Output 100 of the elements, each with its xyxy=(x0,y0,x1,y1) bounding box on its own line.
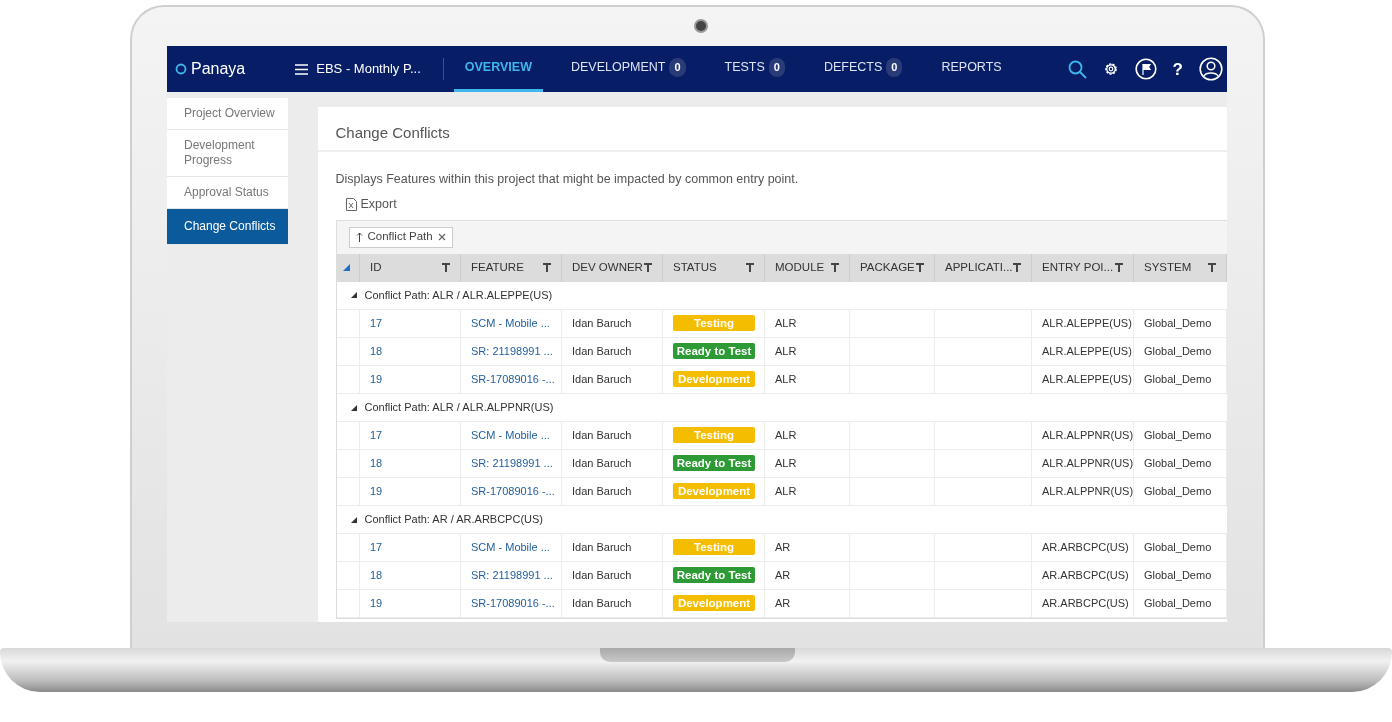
table-link[interactable]: SR-17089016 -... xyxy=(471,597,555,610)
table-cell: Global_Demo xyxy=(1144,373,1212,386)
column-header[interactable]: DEV OWNER xyxy=(561,253,663,282)
group-chip[interactable]: Conflict Path xyxy=(348,226,453,248)
filter-icon[interactable] xyxy=(1013,263,1021,272)
column-header[interactable]: ID xyxy=(359,253,461,282)
close-icon[interactable] xyxy=(437,233,446,241)
export-button[interactable]: Export xyxy=(345,194,397,214)
nav-tab[interactable]: TESTS 0 xyxy=(713,46,796,92)
table-cell: AR.ARBCPC(US) xyxy=(1042,597,1129,610)
column-header[interactable]: PACKAGE xyxy=(849,253,935,282)
table-link[interactable]: 18 xyxy=(370,345,383,358)
table-link[interactable]: SCM - Mobile ... xyxy=(471,429,550,442)
nav-tab[interactable]: DEVELOPMENT 0 xyxy=(559,46,697,92)
column-header[interactable]: STATUS xyxy=(662,253,765,282)
panel-title: Change Conflicts xyxy=(335,124,450,141)
filter-icon[interactable] xyxy=(442,263,450,272)
group-header-text: Conflict Path: ALR / ALR.ALEPPE(US) xyxy=(364,288,553,303)
column-header[interactable]: FEATURE xyxy=(460,253,562,282)
table-link[interactable]: SCM - Mobile ... xyxy=(471,317,550,330)
table-cell: Global_Demo xyxy=(1144,597,1212,610)
ring-logo-icon xyxy=(175,63,187,75)
table-cell: AR xyxy=(775,541,791,554)
table-link[interactable]: SR: 21198991 ... xyxy=(471,345,553,358)
nav-tab[interactable]: REPORTS xyxy=(930,46,1013,92)
table-cell: ALR.ALEPPE(US) xyxy=(1042,317,1132,330)
sidebar-item[interactable]: Change Conflicts xyxy=(167,209,288,245)
table-link[interactable]: 17 xyxy=(370,429,383,442)
status-label: Ready to Test xyxy=(673,343,755,360)
table-cell: ALR.ALEPPE(US) xyxy=(1042,373,1132,386)
column-header[interactable]: APPLICATI... xyxy=(934,253,1032,282)
table-link[interactable]: SCM - Mobile ... xyxy=(471,541,550,554)
settings-icon[interactable] xyxy=(1102,61,1119,77)
table-link[interactable]: SR: 21198991 ... xyxy=(471,569,553,582)
table-link[interactable]: 18 xyxy=(370,569,383,582)
table-link[interactable]: 18 xyxy=(370,457,383,470)
table-cell: ALR xyxy=(775,457,797,470)
table-cell: Idan Baruch xyxy=(572,569,632,582)
menu-icon xyxy=(295,63,309,75)
project-selector[interactable]: EBS - Monthly P... xyxy=(295,59,421,79)
filter-icon[interactable] xyxy=(1208,263,1216,272)
table-link[interactable]: SR-17089016 -... xyxy=(471,373,555,386)
table-cell: AR xyxy=(775,597,791,610)
triangle-icon[interactable] xyxy=(350,516,357,523)
table-cell: Idan Baruch xyxy=(572,597,632,610)
user-icon[interactable] xyxy=(1199,57,1223,81)
status-label: Development xyxy=(673,371,755,388)
help-button[interactable]: ? xyxy=(1172,60,1183,78)
sidebar-item[interactable]: Project Overview xyxy=(167,98,288,130)
table-cell: ALR.ALPPNR(US) xyxy=(1042,485,1134,498)
table-cell: ALR xyxy=(775,373,797,386)
filter-icon[interactable] xyxy=(746,263,754,272)
filter-icon[interactable] xyxy=(543,263,551,272)
table-cell: AR.ARBCPC(US) xyxy=(1042,541,1129,554)
table-cell: Idan Baruch xyxy=(572,429,632,442)
table-cell: ALR.ALEPPE(US) xyxy=(1042,345,1132,358)
column-header[interactable]: ENTRY POI... xyxy=(1031,253,1134,282)
filter-icon[interactable] xyxy=(644,263,652,272)
table-link[interactable]: 19 xyxy=(370,485,383,498)
table-cell: Global_Demo xyxy=(1144,485,1212,498)
table-cell: Idan Baruch xyxy=(572,541,632,554)
table-link[interactable]: SR: 21198991 ... xyxy=(471,457,553,470)
table-link[interactable]: 19 xyxy=(370,597,383,610)
column-header[interactable]: MODULE xyxy=(764,253,850,282)
description-text: Displays Features within this project that might be impacted by common entry point. xyxy=(335,171,800,188)
status-label: Testing xyxy=(673,427,755,444)
status-label: Development xyxy=(673,595,755,612)
table-link[interactable]: 17 xyxy=(370,541,383,554)
sidebar-item[interactable]: Development Progress xyxy=(167,130,288,177)
table-link[interactable]: 19 xyxy=(370,373,383,386)
table-cell: ALR.ALPPNR(US) xyxy=(1042,457,1134,470)
expand-all-cell[interactable] xyxy=(336,253,360,282)
table-cell: Idan Baruch xyxy=(572,345,632,358)
table-cell: ALR xyxy=(775,345,797,358)
spreadsheet-file-icon xyxy=(345,197,357,211)
column-header[interactable]: SYSTEM xyxy=(1133,253,1227,282)
filter-icon[interactable] xyxy=(916,263,924,272)
count-badge: 0 xyxy=(886,58,903,77)
filter-icon[interactable] xyxy=(1115,263,1123,272)
table-cell: ALR.ALPPNR(US) xyxy=(1042,429,1134,442)
search-icon[interactable] xyxy=(1067,59,1087,79)
sidebar-item[interactable]: Approval Status xyxy=(167,177,288,209)
group-header-text: Conflict Path: AR / AR.ARBCPC(US) xyxy=(364,512,543,528)
logo-text: Panaya xyxy=(191,59,246,79)
table-cell: Global_Demo xyxy=(1144,345,1212,358)
triangle-icon[interactable] xyxy=(350,404,357,411)
table-link[interactable]: SR-17089016 -... xyxy=(471,485,555,498)
flag-icon[interactable] xyxy=(1134,58,1157,80)
triangle-icon[interactable] xyxy=(350,292,357,299)
table-cell: Idan Baruch xyxy=(572,457,632,470)
count-badge: 0 xyxy=(669,58,686,77)
nav-tab[interactable]: DEFECTS 0 xyxy=(812,46,914,92)
status-label: Ready to Test xyxy=(673,567,755,584)
count-badge: 0 xyxy=(768,58,785,77)
table-cell: AR xyxy=(775,569,791,582)
table-link[interactable]: 17 xyxy=(370,317,383,330)
table-cell: Global_Demo xyxy=(1144,541,1212,554)
nav-tab[interactable]: OVERVIEW xyxy=(453,46,543,92)
filter-icon[interactable] xyxy=(831,263,839,272)
table-cell: Idan Baruch xyxy=(572,317,632,330)
